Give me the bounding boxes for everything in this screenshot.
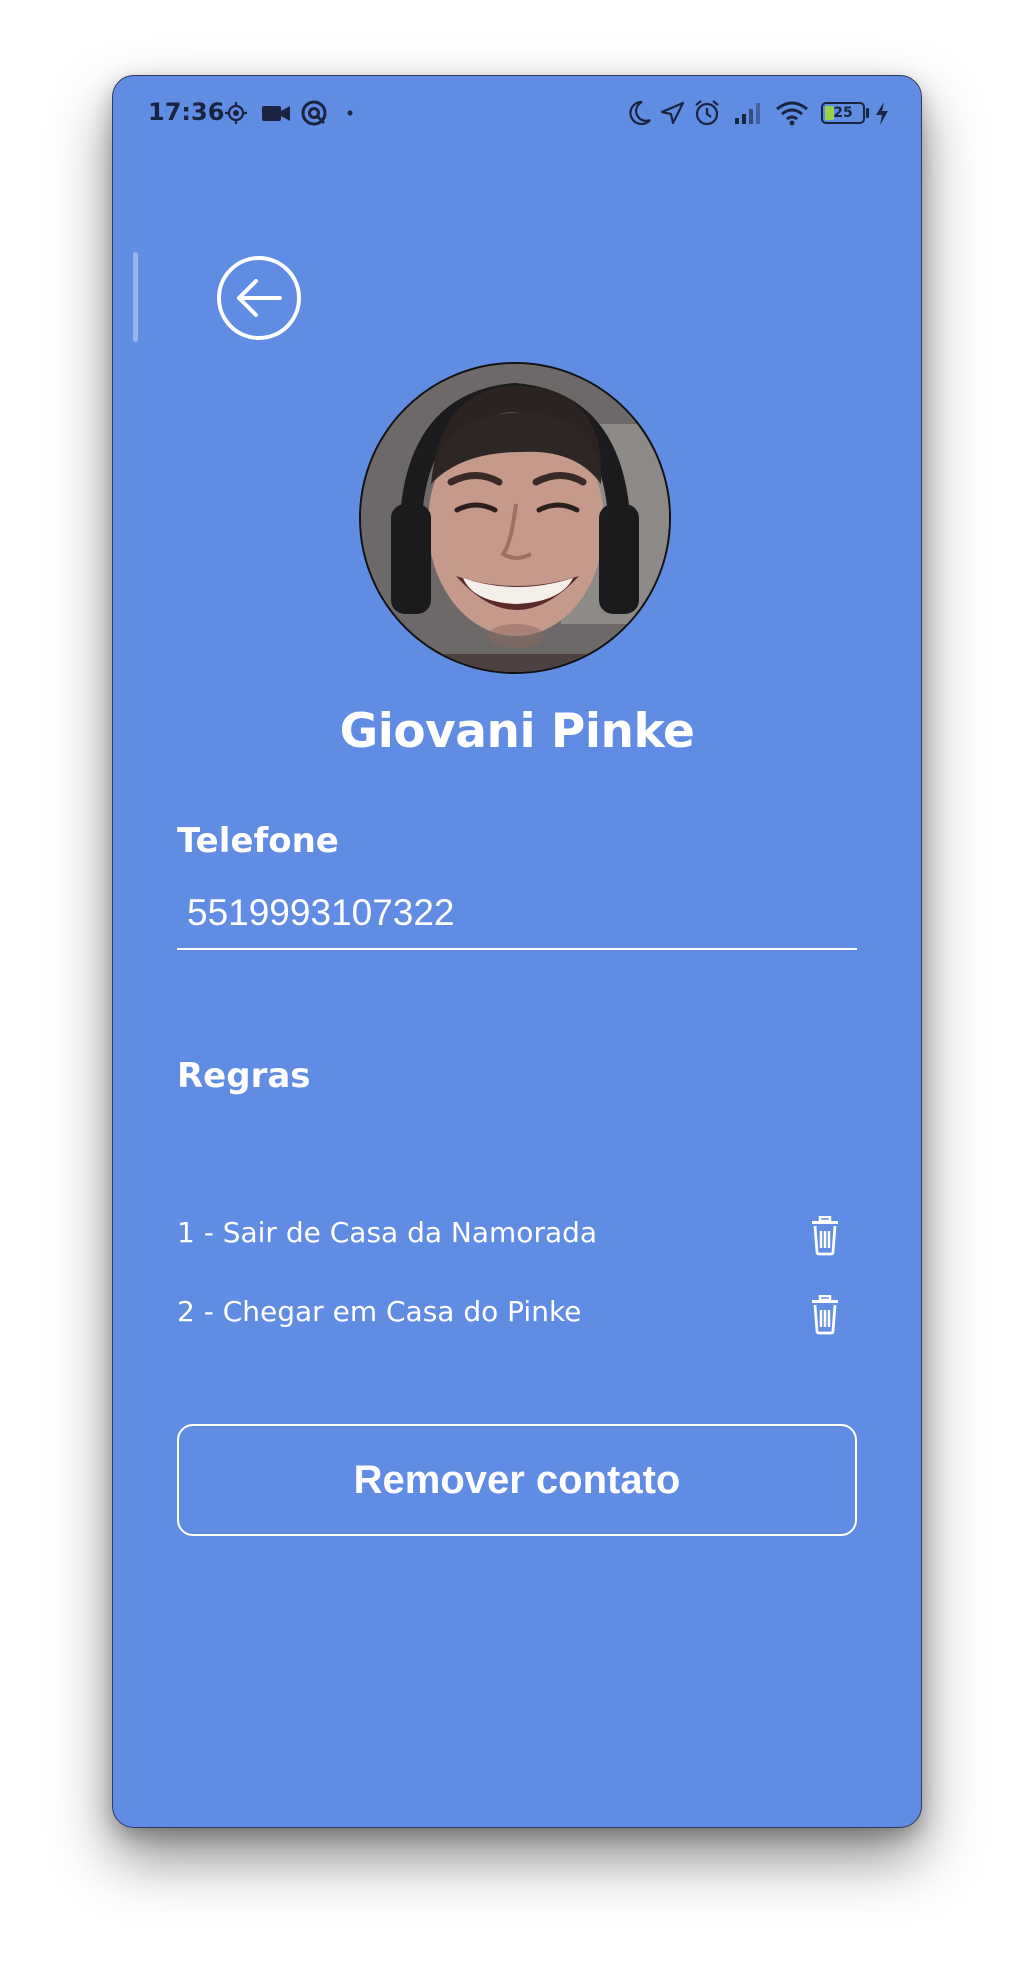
rule-text: 2 - Chegar em Casa do Pinke bbox=[177, 1295, 582, 1328]
phone-field[interactable]: 5519993107322 bbox=[177, 886, 857, 950]
status-bar: 17:36 25 bbox=[113, 76, 921, 156]
alarm-clock-icon bbox=[693, 98, 721, 128]
phone-label: Telefone bbox=[177, 821, 339, 861]
trash-icon bbox=[812, 1294, 838, 1335]
rule-item: 2 - Chegar em Casa do Pinke bbox=[177, 1289, 857, 1341]
back-button[interactable] bbox=[216, 255, 302, 341]
remove-contact-button[interactable]: Remover contato bbox=[177, 1424, 857, 1536]
battery-level: 25 bbox=[833, 105, 853, 121]
signal-bars-icon bbox=[733, 98, 765, 128]
rules-label: Regras bbox=[177, 1056, 311, 1096]
phone-value[interactable]: 5519993107322 bbox=[187, 892, 455, 934]
trash-icon bbox=[812, 1215, 838, 1256]
location-target-icon bbox=[224, 98, 248, 128]
rule-text: 1 - Sair de Casa da Namorada bbox=[177, 1216, 598, 1249]
wifi-icon bbox=[775, 98, 809, 128]
at-sign-icon bbox=[300, 98, 328, 128]
battery-icon: 25 bbox=[821, 102, 865, 124]
moon-icon bbox=[626, 98, 652, 128]
status-time: 17:36 bbox=[148, 98, 225, 126]
scroll-indicator[interactable] bbox=[133, 252, 138, 342]
navigation-arrow-icon bbox=[659, 98, 685, 128]
avatar bbox=[359, 362, 671, 674]
rule-item: 1 - Sair de Casa da Namorada bbox=[177, 1210, 857, 1262]
charging-bolt-icon bbox=[873, 98, 891, 128]
video-camera-icon bbox=[261, 98, 291, 128]
delete-rule-button[interactable] bbox=[807, 1215, 843, 1256]
dot-icon bbox=[345, 98, 355, 128]
phone-screen: 17:36 25 Giovani Pinke Telefone 55199931… bbox=[112, 75, 922, 1828]
arrow-left-circle-icon bbox=[217, 256, 301, 340]
contact-photo bbox=[361, 364, 669, 672]
contact-name: Giovani Pinke bbox=[339, 704, 695, 759]
delete-rule-button[interactable] bbox=[807, 1294, 843, 1335]
battery-cap bbox=[866, 108, 869, 118]
